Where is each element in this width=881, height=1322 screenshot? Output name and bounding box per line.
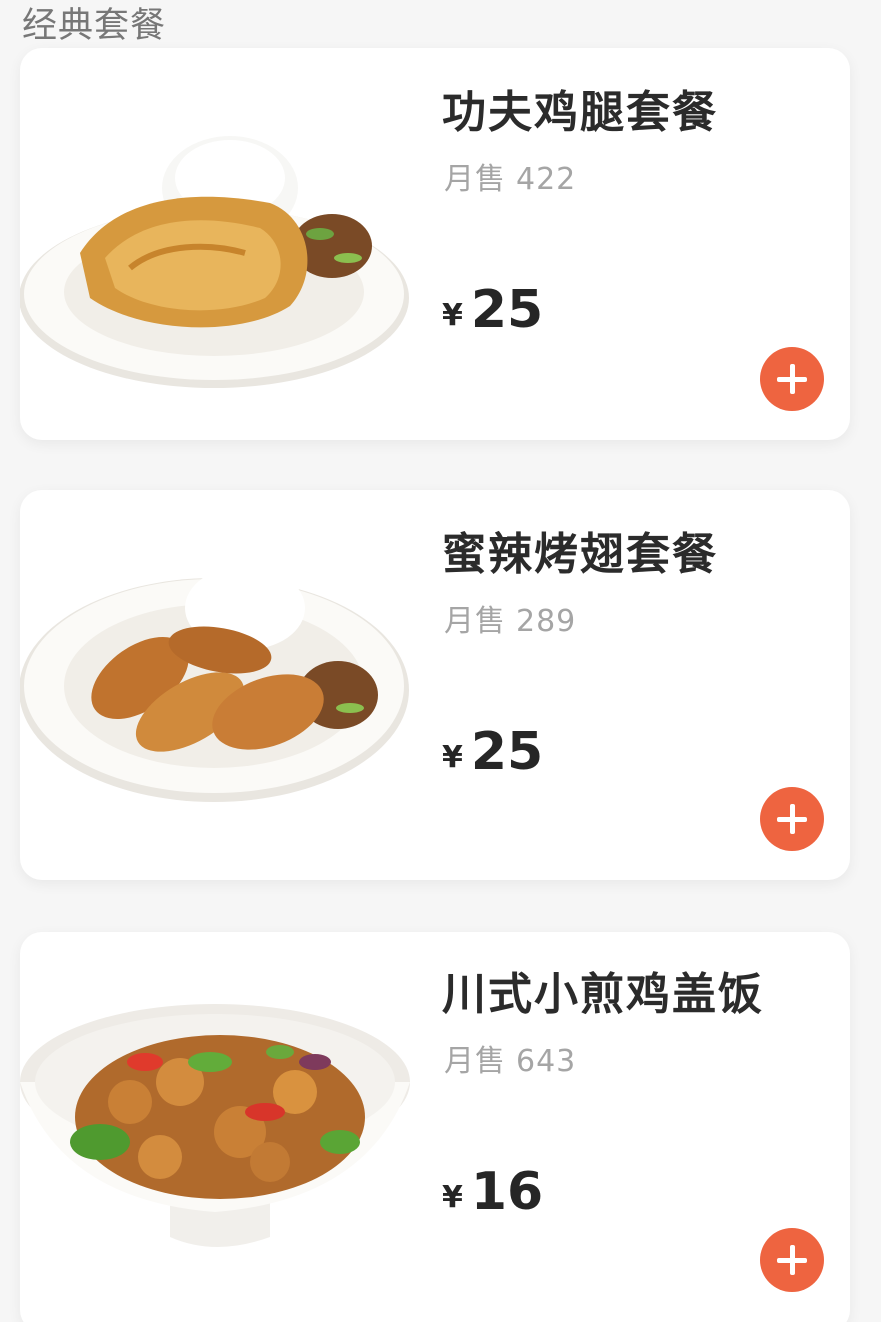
add-to-cart-button[interactable] [760, 787, 824, 851]
sales-label: 月售 [444, 604, 506, 639]
menu-item-card[interactable]: 蜜辣烤翅套餐 月售 289 ¥25 [20, 490, 850, 880]
sales-label: 月售 [444, 162, 506, 197]
dish-name: 功夫鸡腿套餐 [442, 87, 718, 138]
price-amount: 16 [470, 1162, 544, 1222]
sales-count: 422 [516, 162, 577, 197]
menu-item-card[interactable]: 功夫鸡腿套餐 月售 422 ¥25 [20, 48, 850, 440]
currency-symbol: ¥ [442, 1180, 463, 1215]
sales-count: 643 [516, 1044, 577, 1079]
add-to-cart-button[interactable] [760, 1228, 824, 1292]
sales-label: 月售 [444, 1044, 506, 1079]
dish-name: 蜜辣烤翅套餐 [442, 529, 718, 580]
dish-image [20, 48, 420, 440]
dish-price: ¥25 [442, 722, 543, 782]
menu-item-card[interactable]: 川式小煎鸡盖饭 月售 643 ¥16 [20, 932, 850, 1322]
dish-image [20, 932, 420, 1322]
dish-price: ¥25 [442, 280, 543, 340]
dish-price: ¥16 [442, 1162, 543, 1222]
section-title: 经典套餐 [22, 6, 167, 46]
price-amount: 25 [470, 280, 544, 340]
currency-symbol: ¥ [442, 740, 463, 775]
currency-symbol: ¥ [442, 298, 463, 333]
price-amount: 25 [470, 722, 544, 782]
monthly-sales: 月售 422 [444, 154, 576, 198]
monthly-sales: 月售 289 [444, 596, 576, 640]
add-to-cart-button[interactable] [760, 347, 824, 411]
dish-name: 川式小煎鸡盖饭 [442, 969, 764, 1020]
sales-count: 289 [516, 604, 577, 639]
menu-page: 经典套餐 功夫鸡腿套餐 月售 422 ¥25 蜜辣烤翅套餐 月售 289 ¥ 2… [0, 0, 881, 1322]
dish-image [20, 490, 420, 880]
monthly-sales: 月售 643 [444, 1036, 576, 1080]
